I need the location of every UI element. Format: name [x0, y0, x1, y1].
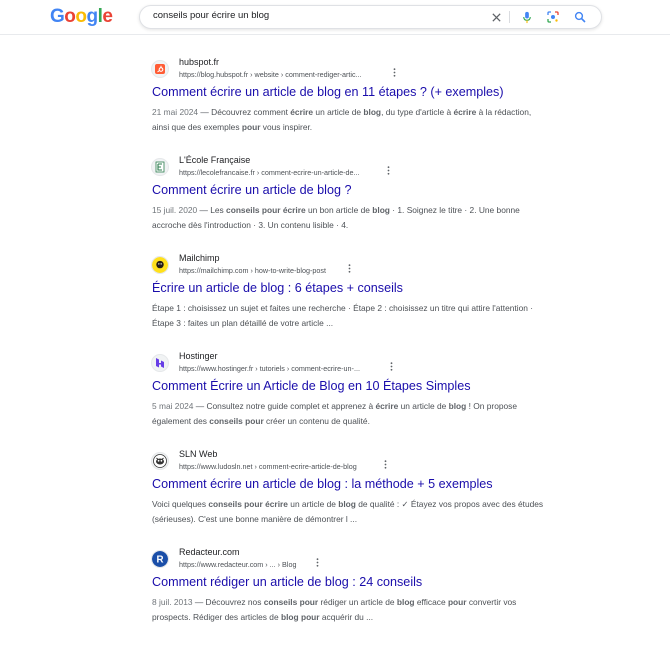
snippet-highlight: pour: [241, 122, 261, 132]
search-divider: [509, 11, 510, 23]
google-logo[interactable]: Google: [50, 6, 113, 28]
snippet-highlight: écrire: [453, 107, 477, 117]
snippet-highlight: conseils pour écrire: [208, 499, 288, 509]
snippet-text: Découvrez nos: [205, 597, 264, 607]
result-url[interactable]: https://www.redacteur.com › ... › Blog: [179, 560, 296, 569]
result-snippet: 5 mai 2024 — Consultez notre guide compl…: [152, 401, 518, 426]
mailchimp-icon[interactable]: [151, 256, 169, 274]
snippet-text: , du type d'article à: [381, 107, 454, 117]
snippet-text: rédiger un article de: [318, 597, 397, 607]
result-title-link[interactable]: Comment Écrire un Article de Blog en 10 …: [152, 379, 471, 393]
snippet-highlight: blog: [338, 499, 356, 509]
snippet-highlight: écrire: [290, 107, 314, 117]
ecole-francaise-icon[interactable]: [151, 158, 169, 176]
snippet-highlight: conseils pour: [209, 416, 264, 426]
result-date: 5 mai 2024: [152, 401, 194, 411]
result-title-link[interactable]: Comment écrire un article de blog en 11 …: [152, 85, 504, 99]
snippet-highlight: blog pour: [280, 612, 320, 622]
logo-letter: o: [64, 6, 76, 27]
snippet-text: efficace: [414, 597, 448, 607]
search-box[interactable]: [139, 5, 602, 29]
result-snippet: Étape 1 : choisissez un sujet et faites …: [152, 301, 547, 331]
snippet-text: créer un contenu de qualité.: [263, 416, 370, 426]
snippet-text: un article de: [313, 107, 364, 117]
result-site-name[interactable]: Mailchimp: [179, 253, 220, 263]
logo-letter: e: [102, 6, 113, 27]
lens-icon[interactable]: [546, 10, 560, 24]
result-snippet: 15 juil. 2020 — Les conseils pour écrire…: [152, 205, 520, 230]
snippet-text: un article de: [398, 401, 449, 411]
logo-letter: o: [75, 6, 87, 27]
search-result: Mailchimp https://mailchimp.com › how-to-…: [151, 252, 552, 350]
result-date: 15 juil. 2020: [152, 205, 198, 215]
result-title-link[interactable]: Écrire un article de blog : 6 étapes + c…: [152, 281, 403, 295]
result-site-name[interactable]: Redacteur.com: [179, 547, 240, 557]
search-icon[interactable]: [573, 10, 587, 24]
hubspot-icon[interactable]: [151, 60, 169, 78]
more-options-icon[interactable]: [387, 166, 390, 177]
result-site-name[interactable]: hubspot.fr: [179, 57, 219, 67]
logo-letter: g: [86, 6, 99, 27]
result-title-link[interactable]: Comment écrire un article de blog : la m…: [152, 477, 493, 491]
snippet-text: un bon article de: [305, 205, 373, 215]
microphone-icon[interactable]: [520, 10, 534, 24]
snippet-text: un article de: [287, 499, 339, 509]
snippet-text: Voici quelques: [152, 499, 209, 509]
snippet-highlight: écrire: [375, 401, 399, 411]
sln-web-icon[interactable]: [151, 452, 169, 470]
search-result: L'École Française https://lecolefrancaise…: [151, 154, 552, 252]
search-result: SLN Web https://www.ludosln.net › comment…: [151, 448, 552, 546]
more-options-icon[interactable]: [348, 264, 351, 275]
snippet-highlight: conseils pour écrire: [226, 205, 306, 215]
result-url[interactable]: https://www.hostinger.fr › tutoriels › c…: [179, 364, 360, 373]
svg-text:R: R: [156, 555, 163, 566]
snippet-highlight: blog: [363, 107, 382, 117]
snippet-highlight: blog: [396, 597, 415, 607]
search-result: hubspot.fr https://blog.hubspot.fr › webs…: [151, 56, 552, 154]
more-options-icon[interactable]: [390, 362, 393, 373]
snippet-text: vous inspirer.: [260, 122, 313, 132]
more-options-icon[interactable]: [393, 68, 396, 79]
search-input[interactable]: [153, 10, 473, 21]
result-date: 21 mai 2024: [152, 107, 199, 117]
result-url[interactable]: https://blog.hubspot.fr › website › comm…: [179, 70, 362, 79]
redacteur-icon[interactable]: R: [151, 550, 169, 568]
result-snippet: Voici quelques conseils pour écrire un a…: [152, 497, 547, 527]
search-result: R Redacteur.com https://www.redacteur.com …: [151, 546, 552, 644]
snippet-highlight: blog: [372, 205, 390, 215]
clear-icon[interactable]: [489, 10, 503, 24]
result-site-name[interactable]: L'École Française: [179, 155, 250, 165]
snippet-highlight: conseils pour: [263, 597, 319, 607]
result-site-name[interactable]: Hostinger: [179, 351, 218, 361]
more-options-icon[interactable]: [316, 558, 319, 569]
result-site-name[interactable]: SLN Web: [179, 449, 217, 459]
snippet-highlight: blog: [448, 401, 467, 411]
snippet-highlight: pour: [447, 597, 467, 607]
snippet-text: Consultez notre guide complet et apprene…: [206, 401, 376, 411]
result-url[interactable]: https://www.ludosln.net › comment-ecrire…: [179, 462, 357, 471]
result-title-link[interactable]: Comment rédiger un article de blog : 24 …: [152, 575, 422, 589]
search-results: hubspot.fr https://blog.hubspot.fr › webs…: [151, 56, 552, 644]
search-header: Google: [0, 0, 670, 35]
snippet-text: acquérir du ...: [319, 612, 374, 622]
result-url[interactable]: https://lecolefrancaise.fr › comment-ecr…: [179, 168, 360, 177]
result-date: 8 juil. 2013: [152, 597, 193, 607]
hostinger-icon[interactable]: [151, 354, 169, 372]
result-snippet: 21 mai 2024 — Découvrez comment écrire u…: [152, 107, 532, 132]
result-snippet: 8 juil. 2013 — Découvrez nos conseils po…: [152, 597, 517, 622]
result-title-link[interactable]: Comment écrire un article de blog ?: [152, 183, 352, 197]
snippet-text: Les: [210, 205, 227, 215]
snippet-text: Découvrez comment: [211, 107, 291, 117]
snippet-text: Étape 1 : choisissez un sujet et faites …: [152, 303, 534, 328]
logo-letter: G: [50, 6, 65, 27]
search-result: Hostinger https://www.hostinger.fr › tuto…: [151, 350, 552, 448]
more-options-icon[interactable]: [384, 460, 387, 471]
result-url[interactable]: https://mailchimp.com › how-to-write-blo…: [179, 266, 326, 275]
